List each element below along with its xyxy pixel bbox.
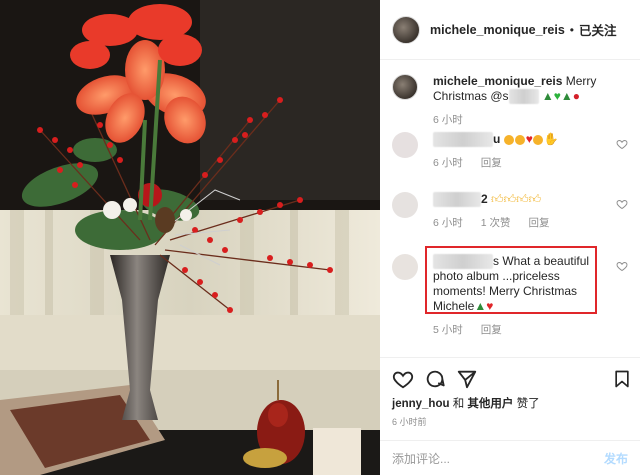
post-side-panel: michele_monique_reis • 已关注 michele_moniq…: [380, 0, 640, 475]
comment-time: 6 小时: [433, 217, 463, 229]
add-comment-bar: 添加评论... 发布: [380, 440, 640, 475]
caption-username[interactable]: michele_monique_reis: [433, 74, 562, 88]
avatar[interactable]: [392, 132, 418, 158]
following-button[interactable]: 已关注: [579, 20, 617, 39]
action-bar: [392, 368, 632, 390]
redacted-username: xxxxxxxx: [433, 192, 481, 207]
clap-emoji-icon: ✋: [543, 132, 559, 146]
comment-likes[interactable]: 1 次赞: [481, 216, 511, 231]
star-eyes-emoji-icon: [514, 134, 525, 145]
liked-by-line: jenny_hou 和 其他用户 赞了: [392, 395, 540, 411]
comment-icon[interactable]: [424, 368, 446, 390]
bookmark-icon[interactable]: [612, 368, 632, 390]
star-eyes-emoji-icon: [503, 134, 514, 145]
liked-by-username[interactable]: jenny_hou: [392, 398, 450, 410]
comment-time: 6 小时: [433, 114, 463, 126]
like-comment-heart-icon[interactable]: [616, 138, 628, 150]
share-icon[interactable]: [456, 368, 478, 390]
heart-emoji-icon: ♥: [553, 89, 561, 103]
post-time: 6 小时前: [392, 417, 427, 427]
reply-button[interactable]: 回复: [481, 323, 502, 338]
comment-input[interactable]: 添加评论...: [392, 450, 450, 467]
avatar[interactable]: [392, 15, 420, 44]
like-comment-heart-icon[interactable]: [616, 198, 628, 210]
reply-button[interactable]: 回复: [529, 216, 550, 231]
thumbs-up-emoji-icon: 👍︎: [491, 192, 504, 206]
header-username[interactable]: michele_monique_reis: [430, 23, 565, 37]
lips-emoji-icon: ●: [572, 89, 581, 103]
heart-icon[interactable]: [392, 368, 414, 390]
post-photo: [0, 0, 380, 475]
post-comment-button[interactable]: 发布: [604, 450, 628, 467]
comment-username[interactable]: 2: [481, 192, 488, 206]
redacted-mention: xxxxx: [508, 89, 539, 104]
comment-username[interactable]: u: [493, 132, 500, 146]
reply-button[interactable]: 回复: [481, 156, 502, 171]
star-eyes-emoji-icon: [532, 134, 543, 145]
comments-list[interactable]: michele_monique_reis Merry Christmas @sx…: [380, 61, 640, 357]
liked-by-others[interactable]: 其他用户: [467, 398, 513, 410]
avatar[interactable]: [392, 254, 418, 280]
heart-emoji-icon: ♥: [525, 132, 533, 146]
tree-emoji-icon: ▲: [541, 89, 554, 103]
christmas-flower-arrangement-image: [0, 0, 380, 475]
post-header: michele_monique_reis • 已关注: [380, 0, 640, 60]
comment-time: 5 小时: [433, 324, 463, 336]
thumbs-up-emoji-icon: 👍︎: [528, 192, 542, 206]
thumbs-up-emoji-icon: 👍︎: [516, 192, 529, 206]
thumbs-up-emoji-icon: 👍︎: [503, 192, 517, 206]
header-separator: •: [569, 22, 574, 37]
liked-by-and: 和: [452, 398, 465, 410]
avatar[interactable]: [392, 192, 418, 218]
redacted-username: xxxxxxxxxx: [433, 132, 493, 147]
comment-time: 6 小时: [433, 157, 463, 169]
avatar[interactable]: [392, 74, 418, 100]
liked-by-suffix: 赞了: [516, 398, 540, 410]
like-comment-heart-icon[interactable]: [616, 260, 628, 272]
tree-emoji-icon: ▲: [560, 89, 573, 103]
post-footer: jenny_hou 和 其他用户 赞了 6 小时前 添加评论... 发布: [380, 357, 640, 475]
highlight-box: [425, 246, 597, 314]
